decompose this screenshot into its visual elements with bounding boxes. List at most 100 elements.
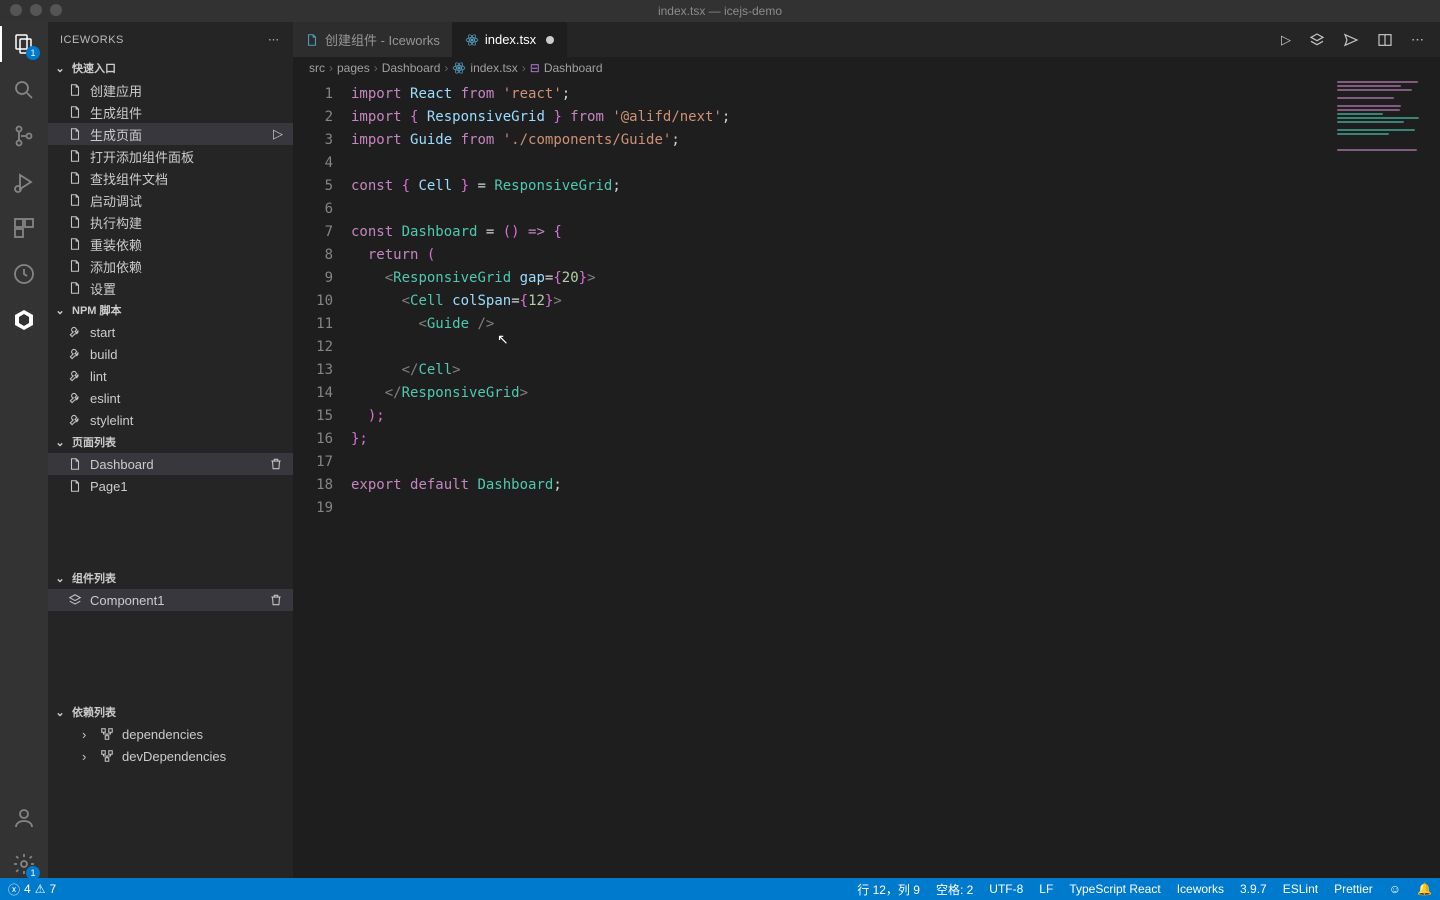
status-encoding[interactable]: UTF-8 [989, 882, 1023, 896]
sidebar-title-row: ICEWORKS ⋯ [48, 22, 293, 57]
chevron-down-icon: ⌄ [52, 572, 68, 585]
breadcrumb-item[interactable]: index.tsx [452, 61, 517, 75]
tree-row[interactable]: 启动调试 [48, 189, 293, 211]
tree-row[interactable]: stylelint [48, 409, 293, 431]
section-label: NPM 脚本 [72, 302, 122, 318]
section-deps[interactable]: ⌄ 依赖列表 [48, 701, 293, 723]
layers-icon[interactable] [1309, 32, 1325, 48]
tree-icon [100, 749, 116, 763]
tree-row[interactable]: ›devDependencies [48, 745, 293, 767]
tree-row[interactable]: lint [48, 365, 293, 387]
debug-icon[interactable] [10, 168, 38, 196]
chevron-down-icon: ⌄ [52, 436, 68, 449]
breadcrumb-item[interactable]: Dashboard [382, 61, 441, 75]
symbol-icon: ⊟ [530, 61, 540, 75]
extensions-icon[interactable] [10, 214, 38, 242]
send-icon[interactable] [1343, 32, 1359, 48]
tree-row[interactable]: 打开添加组件面板 [48, 145, 293, 167]
time-icon[interactable] [10, 260, 38, 288]
status-prettier[interactable]: Prettier [1334, 882, 1373, 896]
file-icon [68, 281, 84, 295]
breadcrumb-label: Dashboard [382, 61, 441, 75]
tree-row[interactable]: eslint [48, 387, 293, 409]
tree-row[interactable]: 添加依赖 [48, 255, 293, 277]
status-spaces[interactable]: 空格: 2 [936, 881, 973, 898]
iceworks-icon[interactable] [10, 306, 38, 334]
trash-icon[interactable] [269, 457, 283, 471]
source-control-icon[interactable] [10, 122, 38, 150]
file-icon [68, 149, 84, 163]
close-window-icon[interactable] [10, 4, 22, 16]
wrench-icon [68, 325, 84, 339]
tree-row[interactable]: build [48, 343, 293, 365]
tree-row[interactable]: 生成页面▷ [48, 123, 293, 145]
mouse-cursor-icon: ↖ [497, 331, 509, 348]
play-icon[interactable]: ▷ [273, 126, 283, 142]
status-errors[interactable]: ⓧ 4 ⚠ 7 [8, 881, 56, 898]
wrench-icon [68, 369, 84, 383]
status-line-col[interactable]: 行 12，列 9 [857, 881, 920, 898]
trash-icon[interactable] [269, 593, 283, 607]
tree-row-label: Dashboard [90, 457, 154, 472]
tab[interactable]: index.tsx [453, 22, 567, 57]
breadcrumb-item[interactable]: src [309, 61, 325, 75]
explorer-icon[interactable]: 1 [10, 30, 38, 58]
feedback-icon[interactable]: ☺ [1389, 882, 1401, 896]
split-editor-icon[interactable] [1377, 32, 1393, 48]
section-pages[interactable]: ⌄ 页面列表 [48, 431, 293, 453]
editor-actions: ▷ ⋯ [1267, 22, 1440, 57]
tree-row[interactable]: 重装依赖 [48, 233, 293, 255]
file-icon [68, 105, 84, 119]
status-iceworks[interactable]: Iceworks [1177, 882, 1224, 896]
tree-row[interactable]: start [48, 321, 293, 343]
settings-gear-icon[interactable]: 1 [10, 850, 38, 878]
tree-row[interactable]: ›dependencies [48, 723, 293, 745]
tree-row[interactable]: 执行构建 [48, 211, 293, 233]
code-area[interactable]: 12345678910111213141516171819 import Rea… [293, 79, 1440, 878]
editor-more-icon[interactable]: ⋯ [1411, 32, 1426, 48]
minimap[interactable] [1330, 79, 1440, 878]
zoom-window-icon[interactable] [50, 4, 62, 16]
react-icon [452, 61, 466, 75]
explorer-badge: 1 [26, 46, 40, 60]
minimize-window-icon[interactable] [30, 4, 42, 16]
tree-row[interactable]: 生成组件 [48, 101, 293, 123]
wrench-icon [68, 347, 84, 361]
file-icon [68, 83, 84, 97]
tree-row[interactable]: 设置 [48, 277, 293, 299]
tree-row-label: 查找组件文档 [90, 169, 168, 188]
breadcrumbs[interactable]: src›pages›Dashboard›index.tsx›⊟Dashboard [293, 57, 1440, 79]
tree-row[interactable]: Dashboard [48, 453, 293, 475]
section-quickstart[interactable]: ⌄ 快速入口 [48, 57, 293, 79]
status-eol[interactable]: LF [1039, 882, 1053, 896]
file-icon [68, 457, 84, 471]
breadcrumb-item[interactable]: pages [337, 61, 370, 75]
tree-row-label: 设置 [90, 279, 116, 298]
error-icon: ⓧ [8, 881, 20, 898]
file-icon [68, 237, 84, 251]
dirty-indicator-icon [546, 36, 554, 44]
section-components[interactable]: ⌄ 组件列表 [48, 567, 293, 589]
breadcrumb-label: pages [337, 61, 370, 75]
section-label: 快速入口 [72, 60, 116, 76]
react-icon [465, 33, 479, 47]
tree-row[interactable]: 创建应用 [48, 79, 293, 101]
search-icon[interactable] [10, 76, 38, 104]
status-version[interactable]: 3.9.7 [1240, 882, 1267, 896]
bell-icon[interactable]: 🔔 [1417, 882, 1432, 896]
run-icon[interactable]: ▷ [1281, 32, 1291, 48]
breadcrumb-item[interactable]: ⊟Dashboard [530, 61, 603, 75]
tree-row[interactable]: Page1 [48, 475, 293, 497]
account-icon[interactable] [10, 804, 38, 832]
tree-row[interactable]: Component1 [48, 589, 293, 611]
status-language[interactable]: TypeScript React [1069, 882, 1160, 896]
editor: 创建组件 - Iceworksindex.tsx ▷ ⋯ src›pages›D… [293, 22, 1440, 878]
sidebar-more-icon[interactable]: ⋯ [268, 33, 281, 46]
status-eslint[interactable]: ESLint [1283, 882, 1318, 896]
section-label: 依赖列表 [72, 704, 116, 720]
section-npm[interactable]: ⌄ NPM 脚本 [48, 299, 293, 321]
tab[interactable]: 创建组件 - Iceworks [293, 22, 453, 57]
tree-row[interactable]: 查找组件文档 [48, 167, 293, 189]
file-icon [68, 193, 84, 207]
tree-row-label: 执行构建 [90, 213, 142, 232]
